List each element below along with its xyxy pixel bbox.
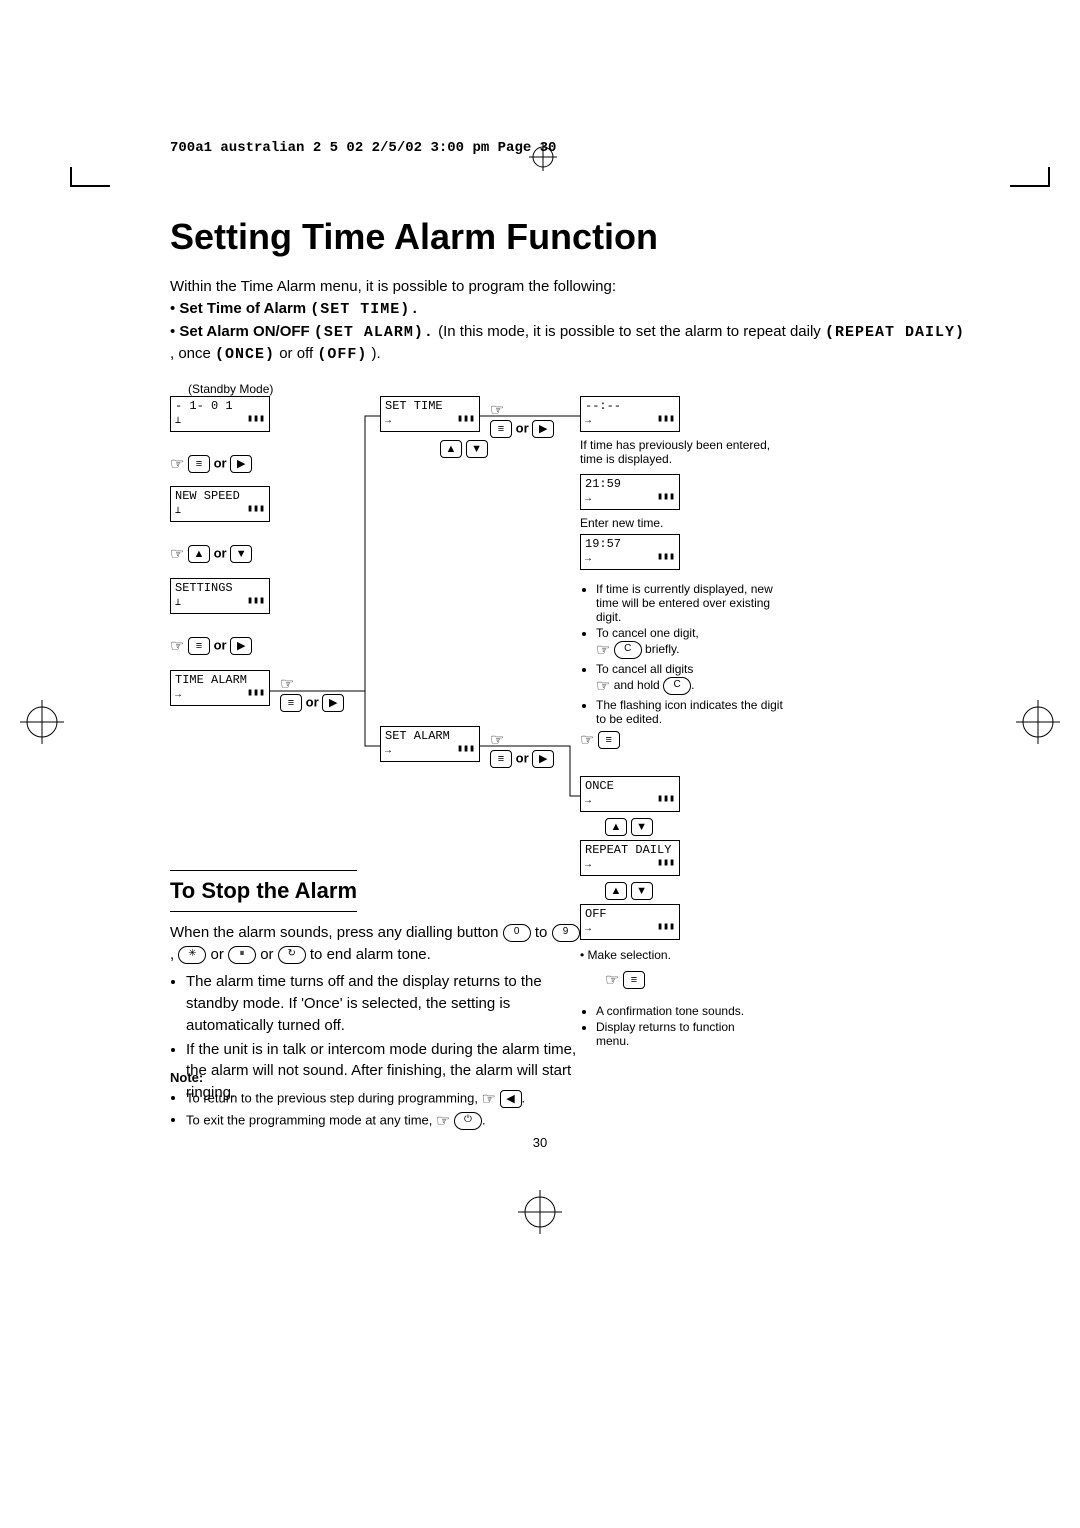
bullet2-rest: (In this mode, it is possible to set the… xyxy=(438,323,825,340)
crop-mark xyxy=(70,185,110,187)
intro-text: Within the Time Alarm menu, it is possib… xyxy=(170,276,970,366)
bullet2-code: (SET ALARM). xyxy=(314,324,434,341)
power-button[interactable]: ⏻ xyxy=(454,1112,482,1130)
dial-pause-button[interactable]: ⏸ xyxy=(228,946,256,964)
crop-mark xyxy=(1010,185,1050,187)
note-section: Note: To return to the previous step dur… xyxy=(170,1070,630,1133)
press-icon: ☞ xyxy=(436,1111,450,1131)
bullet1-label: Set Time of Alarm xyxy=(179,300,306,317)
dial-star-button[interactable]: ✳ xyxy=(178,946,206,964)
page: 700a1 australian 2 5 02 2/5/02 3:00 pm P… xyxy=(0,0,1080,1528)
bullet2-once: (ONCE) xyxy=(215,346,275,363)
bullet2-rep: (REPEAT DAILY) xyxy=(825,324,965,341)
registration-mark-bottom xyxy=(518,1190,562,1234)
dial-redial-button[interactable]: ↻ xyxy=(278,946,306,964)
print-header: 700a1 australian 2 5 02 2/5/02 3:00 pm P… xyxy=(170,140,970,156)
press-icon: ☞ xyxy=(482,1089,496,1109)
registration-mark-top xyxy=(529,143,557,176)
dial-9-button[interactable]: 9 xyxy=(552,924,580,942)
dial-0-button[interactable]: 0 xyxy=(503,924,531,942)
registration-mark-left xyxy=(20,700,64,749)
bullet1-code: (SET TIME). xyxy=(310,301,420,318)
standby-caption: (Standby Mode) xyxy=(188,382,388,396)
page-number: 30 xyxy=(533,1135,547,1150)
intro-line: Within the Time Alarm menu, it is possib… xyxy=(170,278,616,295)
stop-alarm-heading: To Stop the Alarm xyxy=(170,870,357,912)
page-title: Setting Time Alarm Function xyxy=(170,216,970,258)
registration-mark-right xyxy=(1016,700,1060,749)
bullet2-off: (OFF) xyxy=(317,346,367,363)
left-button[interactable]: ◀ xyxy=(500,1090,522,1108)
stop-note-1: The alarm time turns off and the display… xyxy=(186,971,580,1036)
note-title: Note: xyxy=(170,1070,203,1085)
bullet2-label: Set Alarm ON/OFF xyxy=(179,323,309,340)
